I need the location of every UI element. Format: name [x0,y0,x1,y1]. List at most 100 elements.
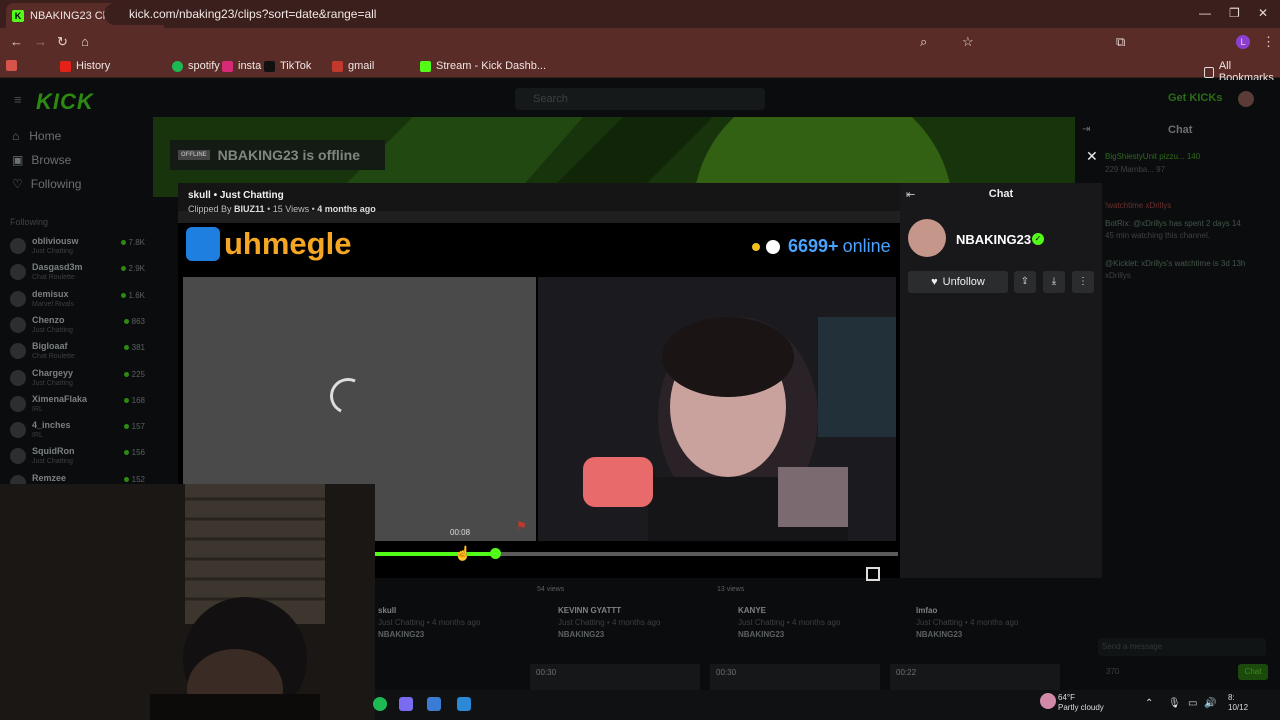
kicks-count: 370 [1106,667,1120,676]
nav-following[interactable]: ♡ Following [12,177,81,191]
get-kicks-button[interactable]: Get KICKs [1168,92,1222,104]
unfollow-button[interactable]: ♥ Unfollow [908,271,1008,293]
home-icon[interactable]: ⌂ [81,34,89,49]
hamburger-icon[interactable]: ≡ [14,92,22,107]
following-item[interactable]: Chenzo Just Chatting 863 [10,314,145,340]
avatar [10,396,26,412]
browse-icon: ▣ [12,153,24,167]
reload-icon[interactable]: ↻ [57,34,68,50]
forward-icon[interactable]: → [34,34,47,49]
address-bar[interactable]: kick.com/nbaking23/clips?sort=date&range… [104,3,984,25]
following-item[interactable]: SquidRon Just Chatting 156 [10,445,145,471]
streamer-video [538,277,896,541]
chat-message: @Kicklet: xDrillys's watchtime is 3d 13h [1105,259,1246,268]
app-taskbar-icon[interactable] [457,697,471,711]
clip-card[interactable]: lmfao Just Chatting • 4 months ago NBAKING… [916,606,1018,639]
clip-thumbnail[interactable]: 00:22 [890,664,1060,690]
tray-chevron-icon[interactable]: ⌃ [1145,698,1153,709]
following-item[interactable]: Dasgasd3m Chat Roulette 2.9K [10,261,145,287]
weather-icon [1040,693,1056,709]
extensions-icon[interactable]: ⧉ [1116,34,1125,50]
chat-message: BotRix: @xDrillys has spent 2 days 14 [1105,219,1241,228]
close-modal-icon[interactable]: ✕ [1086,148,1098,165]
more-options-icon[interactable]: ⋮ [1072,271,1094,293]
right-video-feed [538,277,896,541]
avatar [10,238,26,254]
share-icon[interactable]: ⇪ [1014,271,1036,293]
clip-author[interactable]: BIUZ11 [234,204,265,214]
channel-name[interactable]: NBAKING23 [956,232,1031,247]
heart-icon: ♥ [931,276,938,288]
embedded-browser-screenshot [178,183,900,223]
timestamp-tooltip: 00:08 [450,528,471,537]
uhmegle-logo: uhmegle [186,226,351,262]
clip-card[interactable]: skull Just Chatting • 4 months ago NBAKING… [378,606,480,639]
send-message-input[interactable]: Send a message [1098,638,1266,656]
clip-thumbnail[interactable]: 00:30 [530,664,700,690]
kick-favicon-icon: K [12,9,24,22]
bookmark-star-icon[interactable]: ☆ [962,34,974,50]
following-item[interactable]: demisux Marvel Rivals 1.6K [10,288,145,314]
weather-widget[interactable]: 64°F Partly cloudy [1058,693,1104,713]
channel-avatar[interactable] [908,219,946,257]
flag-icon[interactable]: ⚑ [516,519,527,533]
bookmark-gmail[interactable]: gmail [332,60,374,72]
maximize-icon[interactable]: ❐ [1229,6,1240,20]
search-input[interactable]: Search [515,88,765,110]
clip-title: skull • Just Chatting [188,190,284,201]
views-label: 54 views [537,586,565,593]
avatar [10,343,26,359]
menu-icon[interactable]: ⋮ [1262,34,1275,50]
following-item[interactable]: Chargeyy Just Chatting 225 [10,367,145,393]
minimize-icon[interactable]: — [1199,6,1211,20]
mouse-cursor-icon: ☝ [454,545,472,561]
heart-icon: ♡ [12,177,23,191]
profile-avatar[interactable]: L [1236,35,1250,49]
browser-toolbar [0,28,1280,56]
chat-message: BigShiestyUnit pizzu... 140 [1105,152,1201,161]
bookmark-insta[interactable]: insta [222,60,261,72]
chat-message: !watchtime xDrillys [1105,201,1172,210]
clip-thumbnail[interactable]: 00:30 [710,664,880,690]
following-item[interactable]: 4_inches IRL 157 [10,419,145,445]
clip-card[interactable]: KANYE Just Chatting • 4 months ago NBAKING… [738,606,840,639]
bookmark-history[interactable]: History [60,60,110,72]
avatar [10,422,26,438]
offline-text: NBAKING23 is offline [217,147,361,163]
chat-message: xDrillys [1105,271,1131,280]
back-icon[interactable]: ← [10,34,23,49]
avatar [10,317,26,333]
nav-browse[interactable]: ▣ Browse [12,153,71,167]
kick-logo[interactable]: KICK [36,89,94,115]
zoom-icon[interactable]: ⌕ [920,34,927,50]
system-clock[interactable]: 8: 10/12 [1228,693,1248,713]
user-avatar[interactable] [1238,91,1254,107]
avatar [10,264,26,280]
chat-collapse-icon[interactable]: ⇥ [1082,124,1090,135]
webcam-overlay [0,484,375,720]
discord-taskbar-icon[interactable] [399,697,413,711]
close-window-icon[interactable]: ✕ [1258,6,1268,20]
chat-message: 229 Mamba... 97 [1105,165,1166,174]
download-icon[interactable]: ⤓ [1043,271,1065,293]
volume-icon[interactable]: 🔊 [1204,698,1216,709]
following-item[interactable]: XimenaFlaka IRL 168 [10,393,145,419]
chat-send-button[interactable]: Chat [1238,664,1268,680]
following-item[interactable]: obliviousw Just Chatting 7.8K [10,235,145,261]
views-label: 13 views [717,586,745,593]
bookmark-spotify[interactable]: spotify [172,60,220,72]
following-item[interactable]: Bigloaaf Chat Roulette 381 [10,340,145,366]
bookmark-tiktok[interactable]: TikTok [264,60,311,72]
chat-message: 45 min watching this channel. [1105,231,1210,240]
spotify-taskbar-icon[interactable] [373,697,387,711]
avatar [10,448,26,464]
fullscreen-icon[interactable] [866,567,880,581]
apps-icon[interactable] [6,60,22,71]
clip-card[interactable]: KEVINN GYATTT Just Chatting • 4 months ag… [558,606,660,639]
bookmark-kick-dashboard[interactable]: Stream - Kick Dashb... [420,60,546,72]
microphone-icon[interactable]: 🎙 [1168,698,1181,709]
nav-home[interactable]: ⌂ Home [12,129,61,143]
network-icon[interactable]: ▭ [1188,698,1197,709]
steam-taskbar-icon[interactable] [427,697,441,711]
following-header: Following [10,217,49,227]
